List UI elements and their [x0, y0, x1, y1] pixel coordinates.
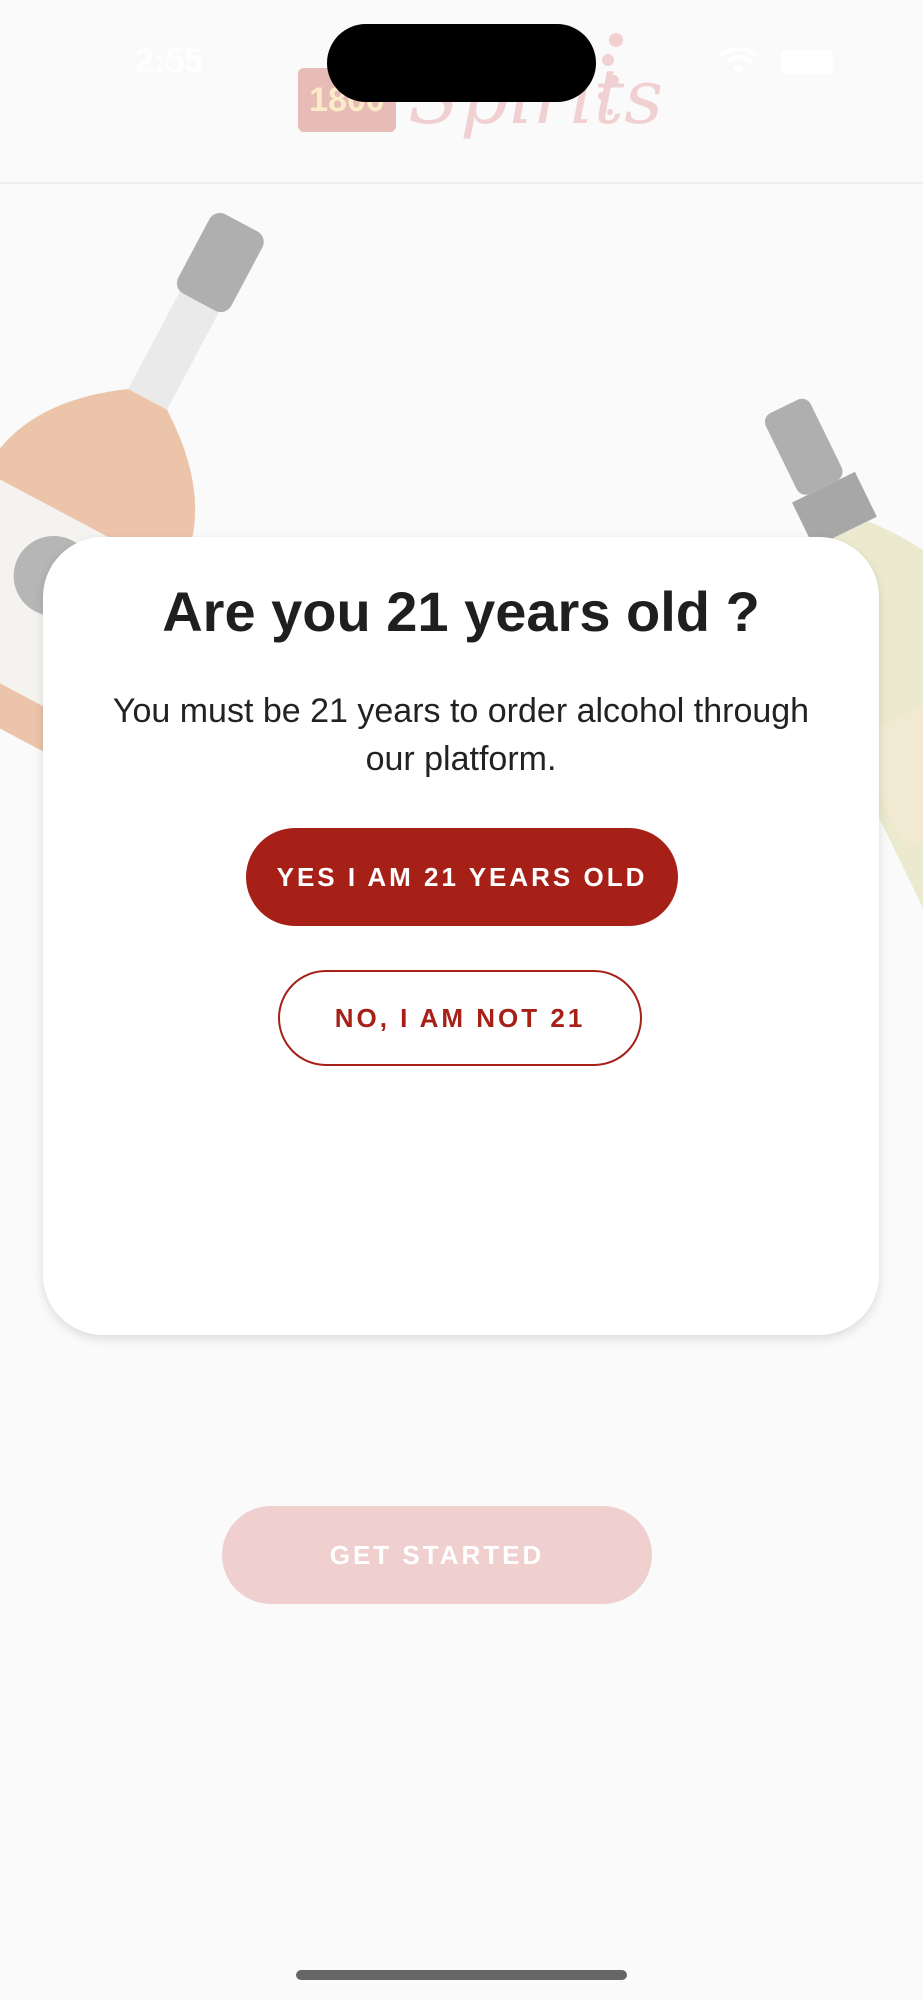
deny-age-button[interactable]: NO, I AM NOT 21: [278, 970, 642, 1066]
age-gate-screen: 1800 Spirits 2:55: [0, 0, 923, 2000]
battery-icon: [781, 50, 833, 74]
age-verification-modal: Are you 21 years old ? You must be 21 ye…: [43, 537, 879, 1335]
get-started-button[interactable]: GET STARTED: [222, 1506, 652, 1604]
dynamic-island: [327, 24, 596, 102]
confirm-age-button[interactable]: YES I AM 21 YEARS OLD: [246, 828, 678, 926]
status-bar: 2:55: [0, 0, 923, 120]
modal-message: You must be 21 years to order alcohol th…: [112, 692, 810, 778]
wifi-icon: [719, 48, 759, 74]
modal-title: Are you 21 years old ?: [162, 580, 760, 643]
home-indicator[interactable]: [296, 1970, 627, 1980]
status-icons: [719, 48, 833, 76]
status-time: 2:55: [135, 42, 204, 80]
